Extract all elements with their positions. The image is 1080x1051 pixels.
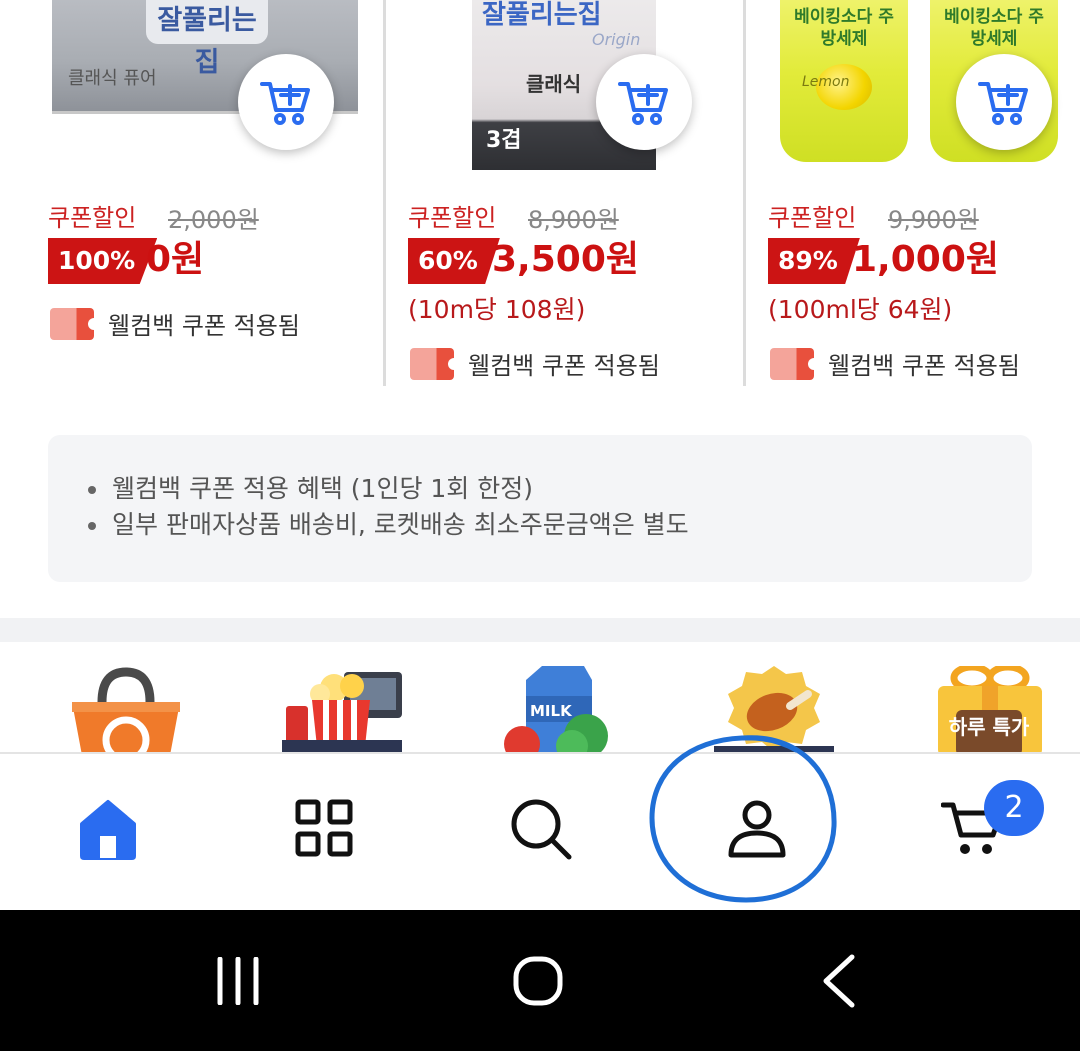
coupon-discount-label: 쿠폰할인 bbox=[408, 204, 497, 232]
discount-badge: 89% bbox=[768, 238, 860, 284]
product-image-brand: 베이킹소다 주방세제 bbox=[794, 7, 894, 49]
recent-apps-button[interactable] bbox=[198, 948, 278, 1014]
original-price: 8,900원 bbox=[528, 206, 619, 234]
product-row: 잘풀리는집 클래식 퓨어 쿠폰할인 2,000원 100% 0원 웰컴백 쿠폰 … bbox=[0, 0, 1080, 390]
product-image-line: 클래식 bbox=[526, 72, 582, 96]
product-image-brand: 잘풀리는집 bbox=[146, 0, 268, 78]
cart-count-badge: 2 bbox=[984, 780, 1044, 836]
coupon-applied-text: 웰컴백 쿠폰 적용됨 bbox=[468, 352, 660, 380]
product-image-brand: 베이킹소다 주방세제 bbox=[944, 7, 1044, 49]
category-fresh-food[interactable]: MILK bbox=[496, 666, 618, 754]
coupon-applied-note: 웰컴백 쿠폰 적용됨 bbox=[410, 346, 660, 381]
column-divider bbox=[383, 0, 386, 386]
product-card[interactable]: 잘풀리는집 클래식 퓨어 쿠폰할인 2,000원 100% 0원 웰컴백 쿠폰 … bbox=[46, 0, 382, 390]
product-image-brand: 잘풀리는집 bbox=[482, 0, 602, 30]
product-image-subtitle: Lemon bbox=[802, 74, 850, 90]
coupon-applied-text: 웰컴백 쿠폰 적용됨 bbox=[828, 352, 1020, 380]
product-image-ply: 3겹 bbox=[486, 128, 522, 153]
notice-item: 일부 판매자상품 배송비, 로켓배송 최소주문금액은 별도 bbox=[88, 507, 1032, 543]
product-image-subtitle: 클래식 퓨어 bbox=[68, 68, 157, 89]
category-daily-deal[interactable]: 하루 특가 bbox=[934, 663, 1046, 754]
back-button[interactable] bbox=[800, 948, 880, 1014]
popcorn-tv-icon bbox=[282, 672, 402, 754]
product-card[interactable]: 베이킹소다 주방세제 Lemon 베이킹소다 주방세제 쿠폰할인 9,900원 … bbox=[766, 0, 1080, 390]
product-card[interactable]: 잘풀리는집 Origin 클래식 3겹 쿠폰할인 8,900원 60% 3,50… bbox=[406, 0, 742, 390]
category-meal[interactable] bbox=[714, 666, 834, 754]
coupon-icon bbox=[410, 347, 460, 380]
cart-plus-icon bbox=[618, 82, 668, 125]
notice-item: 웰컴백 쿠폰 적용 혜택 (1인당 1회 한정) bbox=[88, 471, 1032, 507]
home-button[interactable] bbox=[498, 948, 578, 1014]
coupon-applied-note: 웰컴백 쿠폰 적용됨 bbox=[50, 306, 300, 341]
tab-search[interactable] bbox=[481, 774, 601, 884]
coupon-discount-label: 쿠폰할인 bbox=[768, 204, 857, 232]
coupon-applied-text: 웰컴백 쿠폰 적용됨 bbox=[108, 312, 300, 340]
tab-my-page[interactable] bbox=[697, 774, 817, 884]
cart-plus-icon bbox=[978, 82, 1028, 125]
column-divider bbox=[743, 0, 746, 386]
add-to-cart-button[interactable] bbox=[238, 54, 334, 150]
discount-badge: 60% bbox=[408, 238, 500, 284]
discount-badge: 100% bbox=[48, 238, 158, 284]
recent-apps-icon bbox=[217, 957, 259, 1005]
svg-text:MILK: MILK bbox=[530, 702, 573, 720]
original-price: 2,000원 bbox=[168, 206, 259, 234]
detergent-bottle: 베이킹소다 주방세제 Lemon bbox=[780, 0, 908, 162]
milk-vegetable-icon: MILK bbox=[504, 666, 608, 754]
add-to-cart-button[interactable] bbox=[596, 54, 692, 150]
section-divider bbox=[0, 618, 1080, 642]
tab-category[interactable] bbox=[265, 774, 385, 884]
back-icon bbox=[823, 954, 855, 1008]
chicken-icon bbox=[714, 666, 834, 754]
coupon-icon bbox=[50, 307, 100, 340]
home-icon bbox=[80, 800, 136, 860]
category-entertainment[interactable] bbox=[282, 666, 404, 754]
grid-icon bbox=[295, 799, 353, 857]
search-icon bbox=[511, 799, 572, 860]
product-image-subtitle: Origin bbox=[592, 30, 641, 49]
coupon-discount-label: 쿠폰할인 bbox=[48, 204, 137, 232]
home-circle-icon bbox=[513, 956, 563, 1006]
sale-price: 0원 bbox=[146, 239, 205, 280]
add-to-cart-button[interactable] bbox=[956, 54, 1052, 150]
user-icon bbox=[728, 800, 786, 858]
bottom-tab-bar: 2 bbox=[0, 735, 1080, 910]
category-recycle[interactable] bbox=[68, 666, 184, 754]
tab-home[interactable] bbox=[48, 774, 168, 884]
coupon-notice-box: 웰컴백 쿠폰 적용 혜택 (1인당 1회 한정) 일부 판매자상품 배송비, 로… bbox=[48, 435, 1032, 582]
gift-box-icon: 하루 특가 bbox=[938, 663, 1042, 754]
category-shortcuts: MILK 하루 특가 bbox=[0, 642, 1080, 754]
coupon-icon bbox=[770, 347, 820, 380]
original-price: 9,900원 bbox=[888, 206, 979, 234]
recycle-basket-icon bbox=[72, 667, 180, 754]
app-screen: 잘풀리는집 클래식 퓨어 쿠폰할인 2,000원 100% 0원 웰컴백 쿠폰 … bbox=[0, 0, 1080, 1051]
daily-deal-label: 하루 특가 bbox=[949, 715, 1030, 739]
unit-price: (100ml당 64원) bbox=[768, 295, 953, 324]
unit-price: (10m당 108원) bbox=[408, 295, 586, 324]
coupon-applied-note: 웰컴백 쿠폰 적용됨 bbox=[770, 346, 1020, 381]
sale-price: 1,000원 bbox=[852, 239, 999, 280]
sale-price: 3,500원 bbox=[492, 239, 639, 280]
cart-plus-icon bbox=[260, 82, 310, 125]
system-navigation-bar bbox=[0, 910, 1080, 1051]
